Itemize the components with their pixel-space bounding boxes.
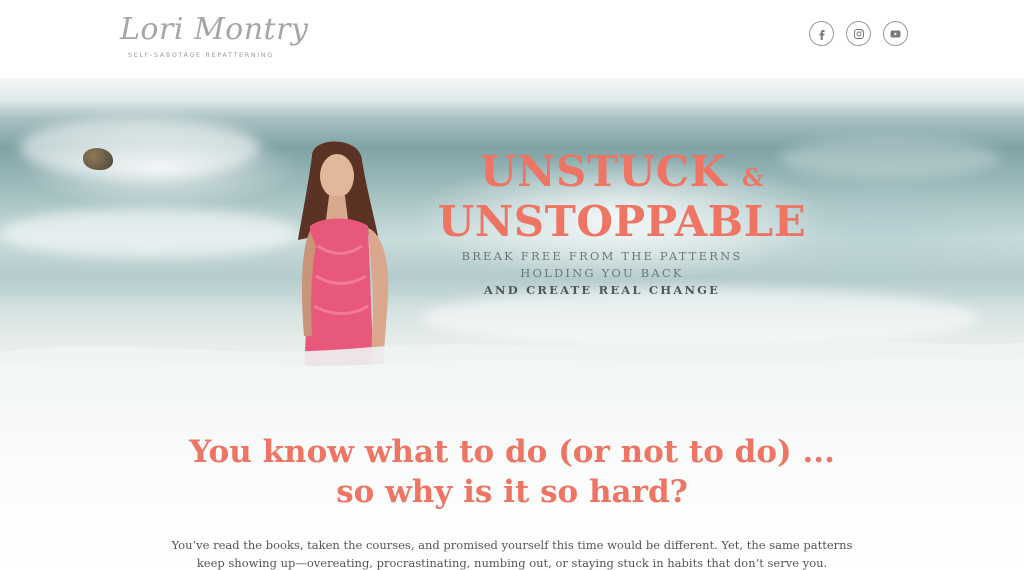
social-links — [809, 21, 908, 46]
wave-divider — [0, 340, 1024, 390]
intro-paragraph: You’ve read the books, taken the courses… — [170, 536, 854, 570]
hero-subtitle-line1: BREAK FREE FROM THE PATTERNS — [461, 249, 743, 263]
intro-paragraph-line1: You’ve read the books, taken the courses… — [171, 538, 853, 552]
hero-title-line1: UNSTUCK & — [480, 147, 764, 196]
logo-text: Lori Montry — [120, 12, 309, 47]
wave-foam — [20, 118, 260, 178]
youtube-icon — [890, 30, 901, 37]
hero-title: UNSTUCK & UNSTOPPABLE — [422, 150, 822, 244]
logo[interactable]: Lori Montry SELF-SABOTAGE REPATTERNING — [120, 12, 308, 60]
hero-title-line2: UNSTOPPABLE — [437, 197, 807, 246]
wave-foam — [0, 208, 300, 258]
intro-headline: You know what to do (or not to do) ... s… — [0, 432, 1024, 512]
intro-headline-line2: so why is it so hard? — [336, 474, 688, 510]
hero-subtitle: BREAK FREE FROM THE PATTERNS HOLDING YOU… — [432, 248, 772, 299]
instagram-link[interactable] — [846, 21, 871, 46]
intro-headline-line1: You know what to do (or not to do) ... — [189, 434, 835, 470]
site-header: Lori Montry SELF-SABOTAGE REPATTERNING — [0, 0, 1024, 78]
logo-tagline: SELF-SABOTAGE REPATTERNING — [128, 51, 274, 59]
intro-paragraph-line2: keep showing up—overeating, procrastinat… — [196, 556, 828, 570]
hero-subtitle-line3: AND CREATE REAL CHANGE — [483, 283, 721, 297]
hero-title-ampersand: & — [741, 163, 764, 192]
instagram-icon — [853, 28, 864, 39]
rock — [83, 148, 113, 170]
hero-subtitle-line2: HOLDING YOU BACK — [520, 266, 684, 280]
youtube-link[interactable] — [883, 21, 908, 46]
facebook-link[interactable] — [809, 21, 834, 46]
facebook-icon — [819, 29, 824, 40]
